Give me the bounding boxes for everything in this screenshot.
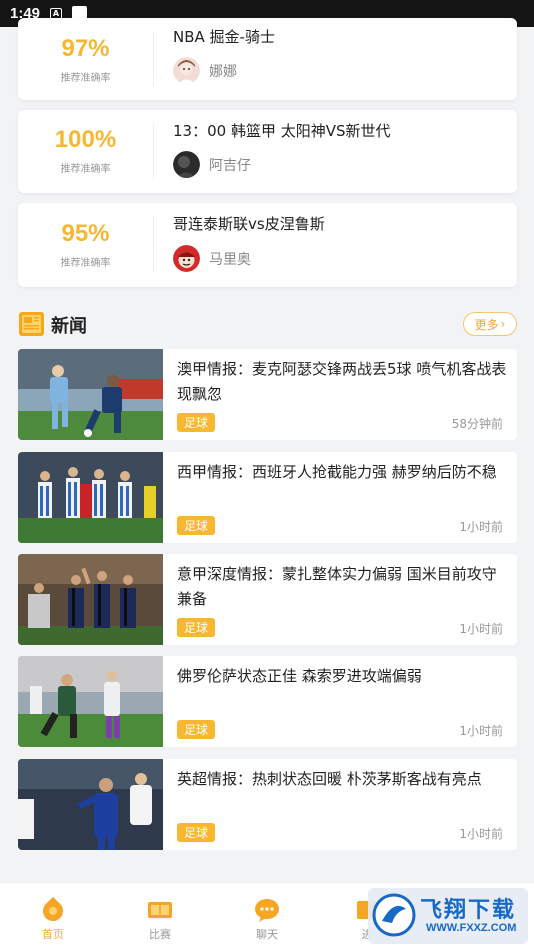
- recommendation-title: 13：00 韩篮甲 太阳神VS新世代: [173, 122, 391, 140]
- accuracy-percent: 97%: [61, 34, 110, 62]
- news-thumbnail: [18, 452, 163, 543]
- divider: [153, 217, 154, 273]
- news-item[interactable]: 意甲深度情报：蒙扎整体实力偏弱 国米目前攻守兼备 足球 1小时前: [18, 554, 517, 645]
- watermark: 飞翔下载 WWW.FXXZ.COM: [368, 888, 528, 944]
- news-item[interactable]: 佛罗伦萨状态正佳 森索罗进攻端偏弱 足球 1小时前: [18, 656, 517, 747]
- watermark-logo-icon: [372, 893, 416, 937]
- author[interactable]: 娜娜: [173, 57, 237, 84]
- more-label: 更多: [474, 317, 499, 332]
- accuracy-label: 推荐准确率: [60, 257, 111, 269]
- news-item[interactable]: 英超情报：热刺状态回暖 朴茨茅斯客战有亮点 足球 1小时前: [18, 759, 517, 850]
- news-time: 1小时前: [459, 827, 503, 841]
- accuracy-block: 100% 推荐准确率: [18, 110, 153, 193]
- news-thumbnail: [18, 656, 163, 747]
- author[interactable]: 阿吉仔: [173, 151, 251, 178]
- recommendation-card[interactable]: 100% 推荐准确率 13：00 韩篮甲 太阳神VS新世代 阿吉仔: [18, 110, 517, 193]
- news-section-header: 新闻 更多 ›: [18, 310, 517, 340]
- divider: [153, 124, 154, 179]
- category-tag: 足球: [177, 413, 215, 432]
- nav-label: 首页: [42, 928, 64, 941]
- recommendation-card[interactable]: 95% 推荐准确率 哥连泰斯联vs皮涅鲁斯 马里奥: [18, 203, 517, 287]
- recommendation-title: 哥连泰斯联vs皮涅鲁斯: [173, 215, 325, 233]
- news-headline: 佛罗伦萨状态正佳 森索罗进攻端偏弱: [177, 667, 422, 685]
- girl-avatar-icon: [173, 57, 200, 84]
- dark-avatar-icon: [173, 151, 200, 178]
- news-item[interactable]: 西甲情报：西班牙人抢截能力强 赫罗纳后防不稳 足球 1小时前: [18, 452, 517, 543]
- accuracy-percent: 95%: [61, 219, 110, 247]
- watermark-url: WWW.FXXZ.COM: [426, 922, 517, 934]
- newspaper-icon: [18, 311, 45, 337]
- category-tag: 足球: [177, 618, 215, 637]
- news-time: 1小时前: [459, 724, 503, 738]
- news-headline: 澳甲情报：麦克阿瑟交锋两战丢5球 喷气机客战表现飘忽: [177, 360, 507, 403]
- nav-label: 聊天: [256, 928, 278, 941]
- nav-home[interactable]: 首页: [13, 883, 93, 949]
- accuracy-block: 95% 推荐准确率: [18, 203, 153, 287]
- recommendation-card[interactable]: 97% 推荐准确率 NBA 掘金-骑士 娜娜: [18, 18, 517, 100]
- news-section-title: 新闻: [51, 316, 87, 337]
- author[interactable]: 马里奥: [173, 245, 251, 272]
- category-tag: 足球: [177, 516, 215, 535]
- news-item[interactable]: 澳甲情报：麦克阿瑟交锋两战丢5球 喷气机客战表现飘忽 足球 58分钟前: [18, 349, 517, 440]
- news-time: 1小时前: [459, 520, 503, 534]
- news-headline: 英超情报：热刺状态回暖 朴茨茅斯客战有亮点: [177, 770, 482, 788]
- nav-chat[interactable]: 聊天: [227, 883, 307, 949]
- nav-label: 比赛: [149, 928, 171, 941]
- author-name: 娜娜: [209, 63, 237, 80]
- author-name: 阿吉仔: [209, 157, 251, 174]
- category-tag: 足球: [177, 720, 215, 739]
- accuracy-label: 推荐准确率: [60, 164, 111, 175]
- chat-icon: [253, 897, 281, 923]
- news-time: 1小时前: [459, 622, 503, 636]
- watermark-text: 飞翔下载: [420, 898, 517, 923]
- author-name: 马里奥: [209, 251, 251, 268]
- divider: [153, 32, 154, 86]
- news-thumbnail: [18, 554, 163, 645]
- home-icon: [39, 896, 67, 923]
- news-time: 58分钟前: [451, 417, 503, 431]
- nav-match[interactable]: 比赛: [120, 883, 200, 949]
- more-news-button[interactable]: 更多 ›: [463, 312, 517, 336]
- accuracy-percent: 100%: [54, 126, 117, 153]
- recommendation-title: NBA 掘金-骑士: [173, 28, 275, 46]
- chevron-right-icon: ›: [500, 317, 506, 331]
- news-headline: 西甲情报：西班牙人抢截能力强 赫罗纳后防不稳: [177, 463, 497, 481]
- news-thumbnail: [18, 349, 163, 440]
- accuracy-label: 推荐准确率: [60, 72, 111, 84]
- match-icon: [146, 897, 174, 923]
- category-tag: 足球: [177, 823, 215, 842]
- news-headline: 意甲深度情报：蒙扎整体实力偏弱 国米目前攻守兼备: [177, 565, 497, 608]
- news-thumbnail: [18, 759, 163, 850]
- mario-avatar-icon: [173, 245, 200, 272]
- accuracy-block: 97% 推荐准确率: [18, 18, 153, 100]
